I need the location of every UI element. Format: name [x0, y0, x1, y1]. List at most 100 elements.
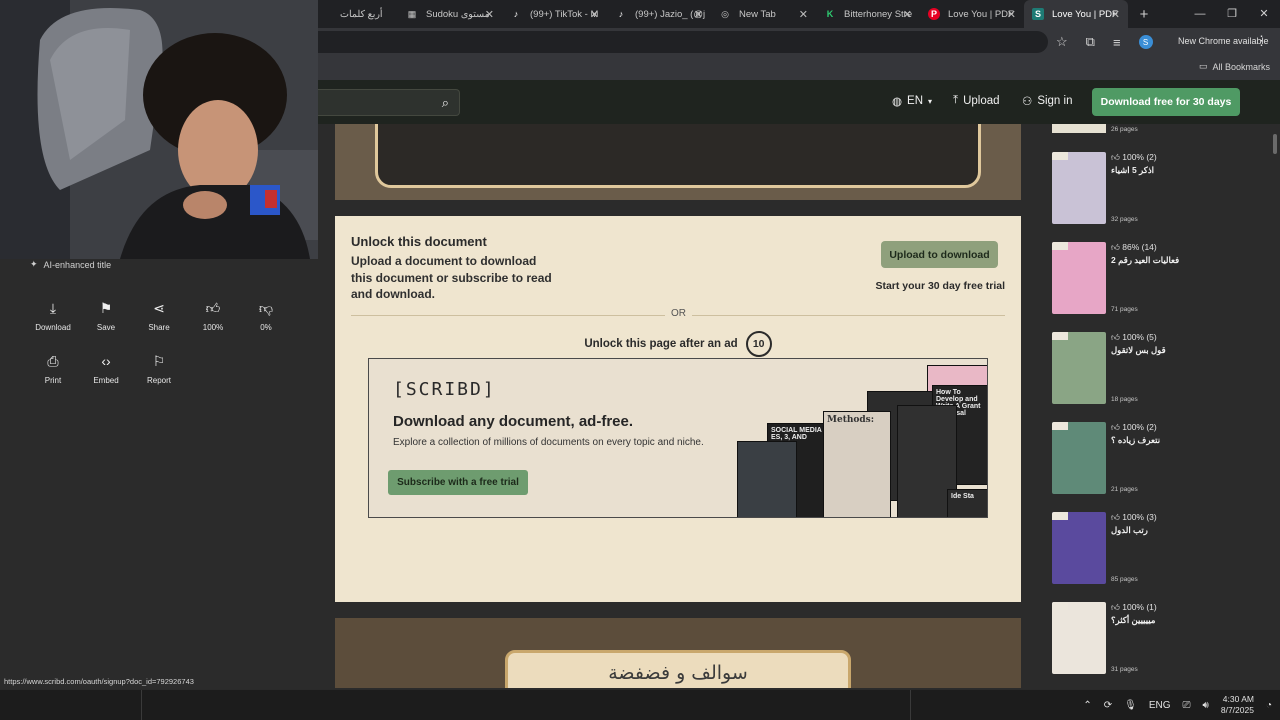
doc-title: اذكر 5 اشياء — [1111, 165, 1154, 175]
signin-link[interactable]: ⚇ Sign in — [1022, 94, 1072, 108]
scribd-icon: S — [1032, 8, 1044, 20]
close-icon[interactable]: ✕ — [694, 8, 703, 21]
subscribe-free-trial-button[interactable]: Subscribe with a free trial — [388, 470, 528, 495]
doc-pages: 18 pages — [1111, 396, 1138, 403]
media-control-icon[interactable]: ≡ — [1113, 35, 1121, 50]
action-label: Save — [96, 323, 116, 332]
upload-icon: ⤒ — [953, 94, 959, 106]
close-icon[interactable]: ✕ — [799, 8, 808, 21]
dislike-action[interactable]: 👎︎ 0% — [241, 300, 291, 332]
browser-toolbar: ☆ ⧉ ≡ S New Chrome available ⋮ — [318, 28, 1280, 56]
sudoku-icon: ▦ — [407, 8, 417, 19]
chrome-icon: ◎ — [721, 8, 729, 19]
all-bookmarks-label: All Bookmarks — [1212, 61, 1270, 72]
date: 8/7/2025 — [1220, 705, 1254, 715]
doc-rating: 👍︎ 100% (5) — [1111, 332, 1157, 342]
taskbar: ⌃ ⟳ 🎙︎ ENG ⎚ 🔊︎ 4:30 AM 8/7/2025 ◔ — [0, 689, 1280, 720]
tab-5[interactable]: K Bitterhoney Stre ✕ — [816, 0, 920, 28]
webcam-video — [0, 0, 318, 259]
language-indicator[interactable]: ENG — [1149, 700, 1171, 711]
maximize-icon[interactable]: ❐ — [1216, 0, 1248, 28]
star-icon[interactable]: ☆ — [1056, 34, 1068, 50]
doc-title: قول بس لاتقول — [1111, 345, 1166, 355]
related-doc-item[interactable]: 👍︎ 100% (1) مييييين أكثر؟ 31 pages — [1052, 602, 1272, 676]
ai-title-label: AI-enhanced title — [43, 259, 112, 270]
search-input[interactable]: ⌕ — [318, 89, 460, 116]
embed-action[interactable]: ‹› Embed — [81, 353, 131, 385]
extensions-icon[interactable]: ⧉ — [1086, 34, 1095, 50]
search-icon[interactable]: ⌕ — [442, 95, 449, 111]
share-action[interactable]: ⋖ Share — [134, 300, 184, 332]
menu-icon[interactable]: ⋮ — [1255, 33, 1268, 49]
doc-title: نتعرف زياده ؟ — [1111, 435, 1161, 445]
report-action[interactable]: ⚐ Report — [134, 353, 184, 385]
doc-rating: 👍︎ 100% (3) — [1111, 512, 1157, 522]
tab-title: Sudoku مستوى — [426, 8, 490, 20]
clock[interactable]: 4:30 AM 8/7/2025 — [1221, 694, 1254, 716]
book-cover: Methods: — [823, 411, 891, 517]
doc-pages: 32 pages — [1111, 216, 1138, 223]
sync-icon[interactable]: ⟳ — [1104, 700, 1112, 711]
download-action[interactable]: ⤓ Download — [28, 300, 78, 332]
close-icon[interactable]: ✕ — [1111, 8, 1120, 21]
tab-0[interactable]: أربع كلمات — [318, 0, 398, 28]
ad-headline: Download any document, ad-free. — [393, 413, 634, 430]
upload-link[interactable]: ⤒ Upload — [953, 94, 1000, 107]
notification-icon[interactable]: ◔ — [1266, 700, 1272, 711]
minimize-icon[interactable]: — — [1184, 0, 1216, 28]
close-icon[interactable]: ✕ — [903, 8, 912, 21]
download-free-button[interactable]: Download free for 30 days — [1092, 88, 1240, 116]
flag-icon: ⚐ — [152, 353, 166, 369]
tab-3[interactable]: ♪ (99+) Jazio_ (@j ✕ — [607, 0, 711, 28]
microphone-icon[interactable]: 🎙︎ — [1124, 700, 1137, 711]
close-icon[interactable]: ✕ — [1007, 8, 1016, 21]
upload-to-download-button[interactable]: Upload to download — [881, 241, 998, 268]
user-icon: ⚇ — [1022, 96, 1033, 108]
language-selector[interactable]: ◍ EN ▾ — [892, 94, 932, 108]
upload-label: Upload — [963, 94, 1000, 107]
related-doc-item[interactable]: 👍︎ 100% (5) قول بس لاتقول 18 pages — [1052, 332, 1272, 406]
network-icon[interactable]: ⎚ — [1183, 700, 1191, 711]
save-action[interactable]: ⚑ Save — [81, 300, 131, 332]
language-label: EN — [907, 95, 924, 107]
thumbs-up-icon: 👍︎ — [1111, 242, 1123, 252]
profile-avatar[interactable]: S — [1138, 35, 1153, 49]
all-bookmarks[interactable]: ▭ All Bookmarks — [1199, 61, 1270, 72]
print-action[interactable]: ⎙ Print — [28, 353, 78, 385]
chevron-up-icon[interactable]: ⌃ — [1083, 700, 1091, 711]
tab-1[interactable]: ▦ Sudoku مستوى ✕ — [398, 0, 502, 28]
document-viewer: Unlock this document Upload a document t… — [318, 124, 1040, 688]
close-window-icon[interactable]: ✕ — [1248, 0, 1280, 28]
doc-pages: 26 pages — [1111, 126, 1138, 133]
scrollbar[interactable] — [1270, 124, 1280, 688]
like-action[interactable]: 👍︎ 100% — [188, 300, 238, 332]
screen: أربع كلمات ▦ Sudoku مستوى ✕ ♪ (99+) TikT… — [0, 0, 1280, 720]
download-icon: ⤓ — [49, 300, 57, 316]
volume-icon[interactable]: 🔊︎ — [1203, 700, 1209, 711]
action-label: Print — [44, 376, 62, 385]
related-doc-item[interactable]: 👍︎ 100% (3) رتب الدول 85 pages — [1052, 512, 1272, 586]
close-icon[interactable]: ✕ — [590, 8, 599, 21]
scrollbar-thumb[interactable] — [1273, 134, 1277, 154]
tab-title: أربع كلمات — [340, 8, 383, 20]
print-icon: ⎙ — [47, 353, 59, 369]
tab-2[interactable]: ♪ (99+) TikTok - M ✕ — [502, 0, 607, 28]
close-icon[interactable]: ✕ — [485, 8, 494, 21]
related-doc-item[interactable]: 👍︎ 100% (2) نتعرف زياده ؟ 21 pages — [1052, 422, 1272, 496]
unlock-after-ad[interactable]: Unlock this page after an ad 10 — [335, 331, 1021, 357]
new-tab-button[interactable]: + — [1132, 6, 1156, 23]
taskbar-divider — [910, 690, 911, 720]
tab-7-active[interactable]: S Love You | PDF ✕ — [1024, 0, 1128, 28]
related-doc-item[interactable]: 👍︎ 86% (14) فعاليات العيد رقم 2 71 pages — [1052, 242, 1272, 316]
doc-thumbnail[interactable] — [1052, 124, 1106, 133]
tab-4[interactable]: ◎ New Tab ✕ — [711, 0, 816, 28]
scribd-ad-banner[interactable]: [SCRIBD] Download any document, ad-free.… — [368, 358, 988, 518]
address-bar[interactable] — [318, 31, 1048, 53]
tab-6[interactable]: P Love You | PDF ✕ — [920, 0, 1024, 28]
doc-thumbnail — [1052, 152, 1106, 224]
free-trial-link[interactable]: Start your 30 day free trial — [875, 280, 1005, 292]
thumbs-up-icon: 👍︎ — [1111, 422, 1123, 432]
related-doc-item[interactable]: 👍︎ 100% (2) اذكر 5 اشياء 32 pages — [1052, 152, 1272, 226]
doc-thumbnail — [1052, 602, 1106, 674]
thumbs-up-icon: 👍︎ — [1111, 152, 1123, 162]
